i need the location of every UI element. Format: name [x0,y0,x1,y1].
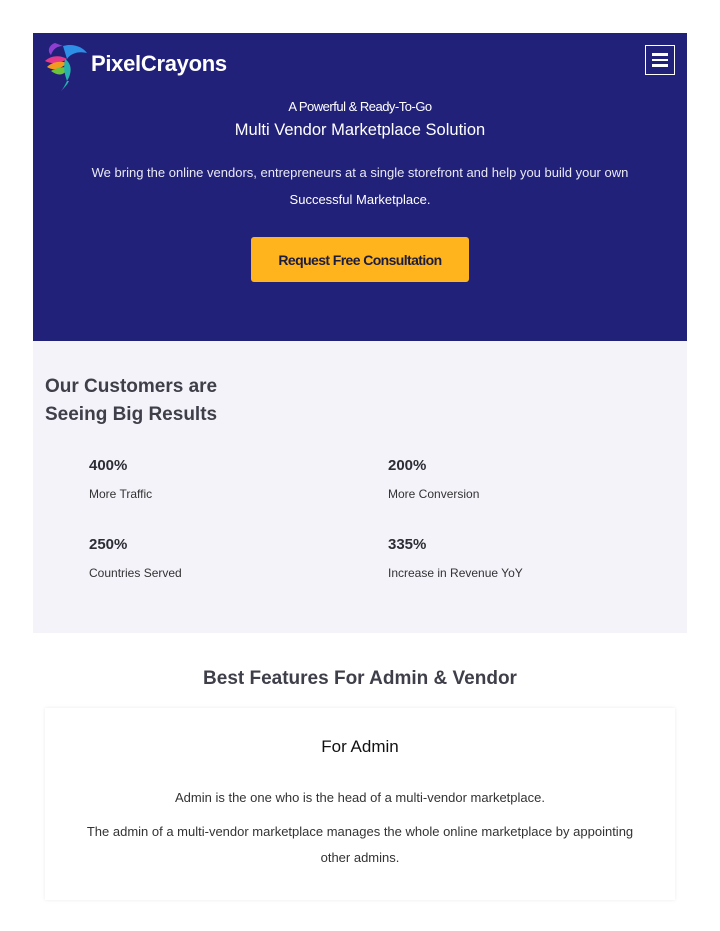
card-paragraph: The admin of a multi-vendor marketplace … [86,824,634,865]
hero-eyebrow: A Powerful & Ready-To-Go [288,99,432,114]
stat-value: 200% [388,457,427,474]
card-title: For Admin [321,737,399,756]
hero-description-text: We bring the online vendors, entrepreneu… [91,165,629,180]
stat-conversion: 200% More Conversion [388,457,479,501]
page: PixelCrayons A Powerful & Ready-To-Go Mu… [0,0,720,931]
hero-banner: PixelCrayons A Powerful & Ready-To-Go Mu… [33,33,687,341]
hero-description-highlight: Successful Marketplace. [289,192,431,207]
stat-label: More Traffic [89,487,153,501]
brand-name: PixelCrayons [91,51,227,76]
stat-revenue: 335% Increase in Revenue YoY [388,536,523,580]
results-section: Our Customers are Seeing Big Results 400… [33,341,687,633]
stat-traffic: 400% More Traffic [89,457,152,501]
brand-logo[interactable]: PixelCrayons [43,37,227,91]
hero-description: We bring the online vendors, entrepreneu… [53,159,667,213]
stat-label: More Conversion [388,487,480,501]
request-consultation-button[interactable]: Request Free Consultation [251,237,469,282]
admin-feature-card: For Admin Admin is the one who is the he… [45,708,675,900]
hero-title: Multi Vendor Marketplace Solution [234,121,486,139]
hamburger-menu-icon[interactable] [645,45,675,75]
hummingbird-logo-icon [45,43,87,91]
stat-value: 250% [89,536,128,553]
stat-countries: 250% Countries Served [89,536,182,580]
stat-label: Increase in Revenue YoY [388,566,523,580]
results-title: Our Customers are Seeing Big Results [45,376,218,425]
stat-label: Countries Served [89,566,182,580]
stat-value: 400% [89,457,128,474]
card-paragraph: Admin is the one who is the head of a mu… [175,790,545,805]
features-title: Best Features For Admin & Vendor [203,668,517,689]
stat-value: 335% [388,536,427,553]
